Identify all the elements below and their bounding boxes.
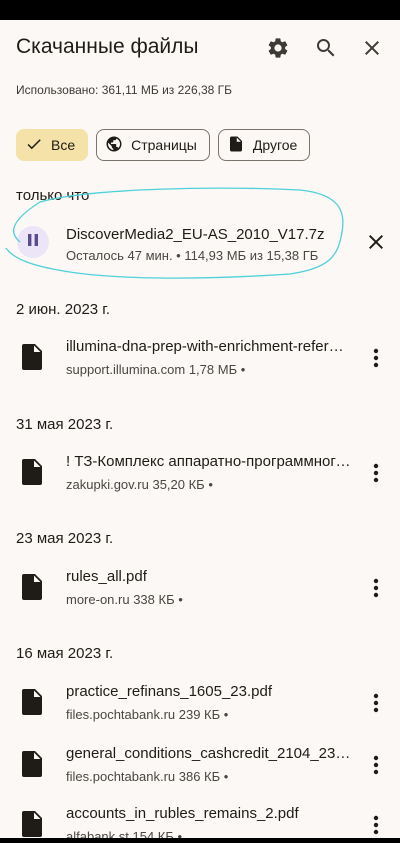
section-header-date: 16 мая 2023 г. — [16, 645, 114, 662]
more-vert-icon[interactable] — [364, 344, 388, 372]
active-download-row[interactable]: DiscoverMedia2_EU-AS_2010_V17.7z Осталос… — [0, 216, 400, 272]
filter-chip-label: Страницы — [131, 137, 197, 153]
download-row[interactable]: general_conditions_cashcredit_2104_23.pd… — [0, 737, 400, 793]
download-row[interactable]: ! ТЗ-Комплекс аппаратно-программного обе… — [0, 445, 400, 501]
file-name: rules_all.pdf — [66, 568, 147, 585]
file-icon — [20, 457, 46, 487]
pause-button[interactable] — [17, 226, 49, 258]
file-icon — [20, 809, 46, 839]
file-meta: files.pochtabank.ru 239 КБ • — [66, 707, 229, 722]
filter-chip-all[interactable]: Все — [16, 129, 89, 161]
app-bar: Скачанные файлы — [0, 20, 400, 76]
file-icon — [20, 342, 46, 372]
section-header-date: 23 мая 2023 г. — [16, 530, 114, 547]
file-name: accounts_in_rubles_remains_2.pdf — [66, 805, 299, 822]
file-meta: zakupki.gov.ru 35,20 КБ • — [66, 477, 213, 492]
filter-chip-label: Другое — [252, 137, 298, 153]
storage-usage: Использовано: 361,11 МБ из 226,38 ГБ — [16, 83, 233, 97]
download-row[interactable]: illumina-dna-prep-with-enrichment-refere… — [0, 330, 400, 386]
download-row[interactable]: rules_all.pdf more-on.ru 338 КБ • — [0, 560, 400, 616]
file-meta: more-on.ru 338 КБ • — [66, 592, 183, 607]
download-row[interactable]: accounts_in_rubles_remains_2.pdf alfaban… — [0, 797, 400, 843]
file-icon — [20, 687, 46, 717]
filter-chip-other[interactable]: Другое — [217, 129, 311, 161]
download-row[interactable]: practice_refinans_1605_23.pdf files.poch… — [0, 675, 400, 731]
pause-icon — [25, 232, 41, 253]
more-vert-icon[interactable] — [364, 689, 388, 717]
more-vert-icon[interactable] — [364, 574, 388, 602]
navigation-bar — [0, 838, 400, 843]
cancel-download-icon[interactable] — [364, 230, 388, 254]
file-name: practice_refinans_1605_23.pdf — [66, 683, 272, 700]
status-bar — [0, 0, 400, 20]
file-meta: files.pochtabank.ru 386 КБ • — [66, 769, 229, 784]
file-icon — [20, 572, 46, 602]
more-vert-icon[interactable] — [364, 811, 388, 839]
page-title: Скачанные файлы — [16, 35, 199, 58]
check-icon — [25, 135, 43, 156]
filter-chips: Все Страницы Другое — [16, 129, 311, 161]
file-name: ! ТЗ-Комплекс аппаратно-программного обе… — [66, 453, 351, 470]
download-progress-text: Осталось 47 мин. • 114,93 МБ из 15,38 ГБ — [66, 248, 319, 263]
file-name: illumina-dna-prep-with-enrichment-refere… — [66, 338, 351, 355]
more-vert-icon[interactable] — [364, 751, 388, 779]
gear-icon[interactable] — [262, 32, 294, 64]
section-header-just-now: только что — [16, 187, 90, 204]
filter-chip-pages[interactable]: Страницы — [96, 129, 210, 161]
globe-icon — [105, 135, 123, 156]
more-vert-icon[interactable] — [364, 459, 388, 487]
file-icon — [227, 135, 245, 156]
close-icon[interactable] — [356, 32, 388, 64]
file-icon — [20, 749, 46, 779]
filter-chip-label: Все — [51, 137, 76, 153]
search-icon[interactable] — [310, 32, 342, 64]
file-name: general_conditions_cashcredit_2104_23.pd… — [66, 745, 351, 762]
download-name: DiscoverMedia2_EU-AS_2010_V17.7z — [66, 226, 325, 243]
file-meta: support.illumina.com 1,78 МБ • — [66, 362, 246, 377]
section-header-date: 2 июн. 2023 г. — [16, 301, 111, 318]
section-header-date: 31 мая 2023 г. — [16, 416, 114, 433]
